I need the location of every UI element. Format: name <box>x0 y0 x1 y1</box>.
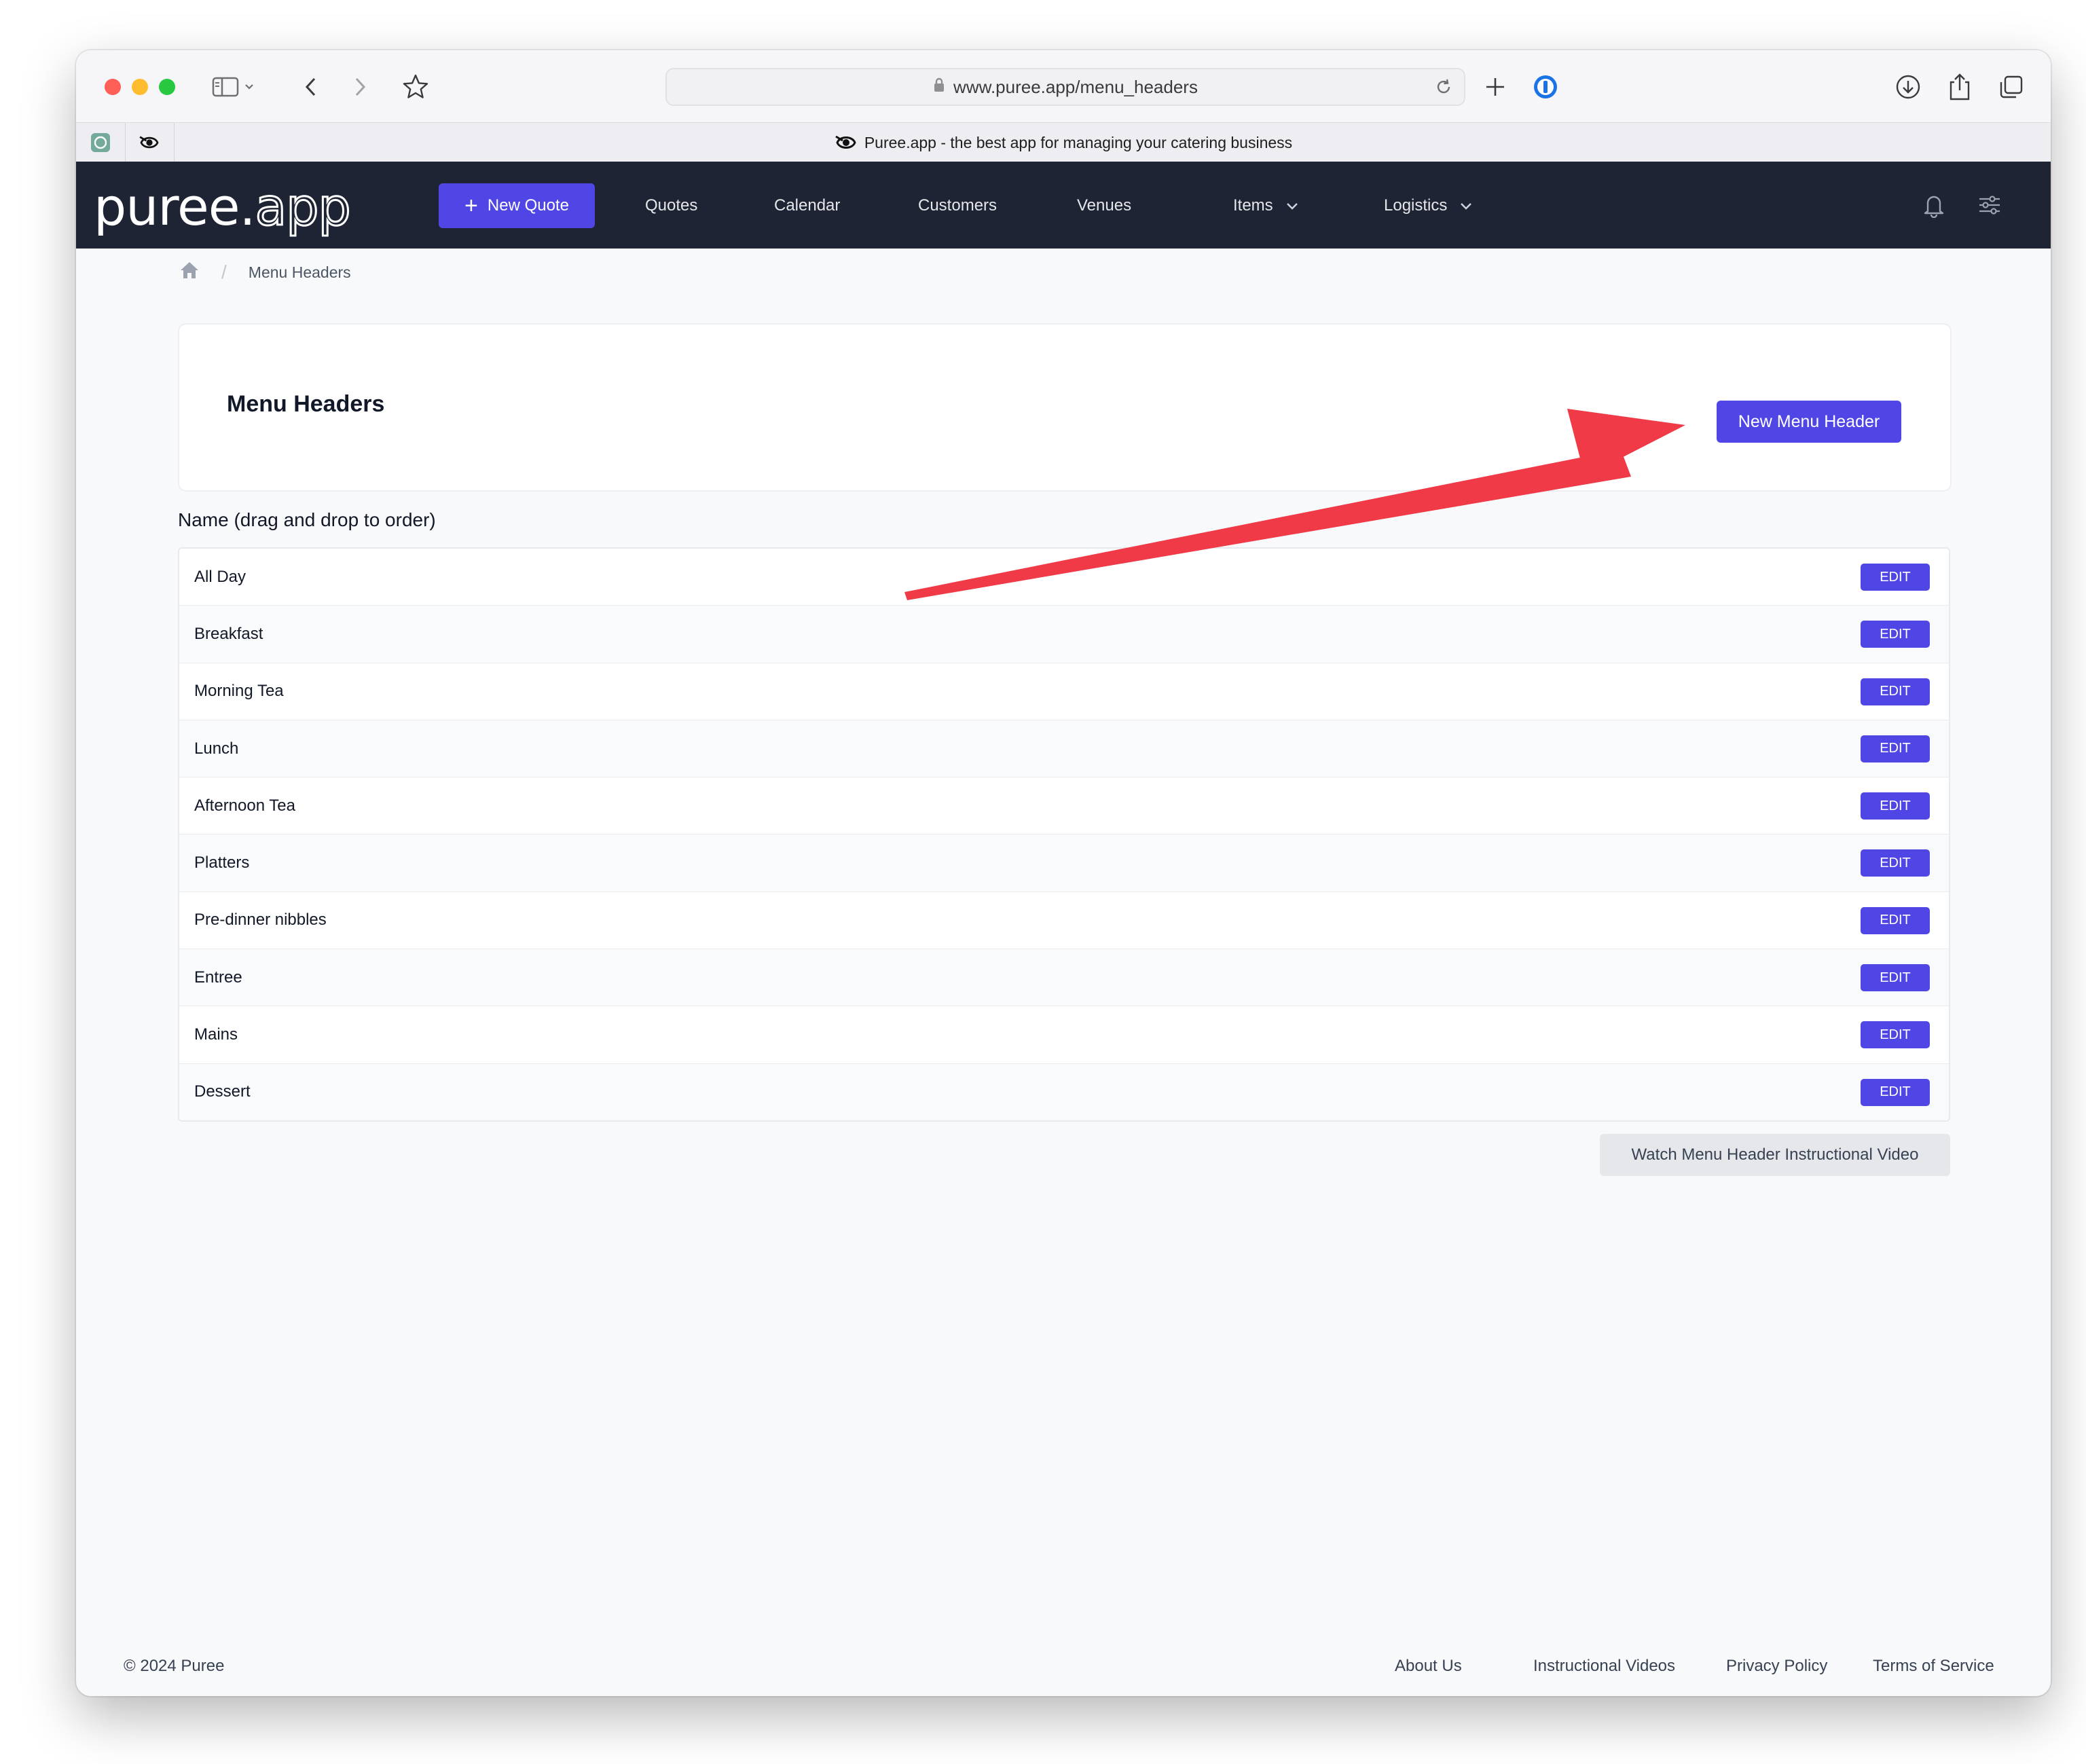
nav-venues[interactable]: Venues <box>1077 183 1131 228</box>
list-item[interactable]: Afternoon Tea EDIT <box>179 777 1949 834</box>
edit-button[interactable]: EDIT <box>1861 964 1930 992</box>
lock-icon <box>933 77 945 98</box>
menu-header-name: Pre-dinner nibbles <box>194 911 327 930</box>
list-item[interactable]: All Day EDIT <box>179 549 1949 605</box>
plus-icon: + <box>464 193 478 219</box>
tab-strip: Puree.app - the best app for managing yo… <box>76 122 2051 162</box>
edit-button[interactable]: EDIT <box>1861 906 1930 934</box>
active-tab[interactable]: Puree.app - the best app for managing yo… <box>76 123 2051 162</box>
menu-header-name: Lunch <box>194 739 239 758</box>
footer-link-about[interactable]: About Us <box>1395 1657 1462 1676</box>
password-manager-icon[interactable] <box>1526 68 1564 106</box>
forward-icon[interactable] <box>341 68 379 106</box>
nav-customers[interactable]: Customers <box>918 183 997 228</box>
new-quote-label: New Quote <box>487 196 569 215</box>
menu-header-name: All Day <box>194 567 246 586</box>
downloads-icon[interactable] <box>1889 68 1927 106</box>
new-menu-header-button[interactable]: New Menu Header <box>1717 401 1901 443</box>
share-icon[interactable] <box>1941 68 1979 106</box>
list-item[interactable]: Mains EDIT <box>179 1006 1949 1063</box>
tab-title-text: Puree.app - the best app for managing yo… <box>864 133 1293 151</box>
logo-accent-text: app <box>254 176 352 238</box>
chevron-down-icon <box>1285 196 1299 215</box>
reload-icon[interactable] <box>1434 77 1453 101</box>
puree-logo[interactable]: puree.app <box>94 176 352 238</box>
pinned-tab-puree[interactable] <box>125 123 175 162</box>
list-item[interactable]: Breakfast EDIT <box>179 605 1949 663</box>
list-item[interactable]: Morning Tea EDIT <box>179 662 1949 720</box>
list-item[interactable]: Lunch EDIT <box>179 719 1949 777</box>
nav-logistics-label: Logistics <box>1384 196 1448 215</box>
settings-sliders-icon[interactable] <box>1973 189 2006 221</box>
list-item[interactable]: Platters EDIT <box>179 834 1949 892</box>
chevron-down-icon[interactable] <box>239 68 259 106</box>
page-title: Menu Headers <box>227 391 385 417</box>
menu-headers-list: All Day EDIT Breakfast EDIT Morning Tea EDIT L… <box>178 547 1950 1122</box>
breadcrumb: / Menu Headers <box>179 255 351 289</box>
back-icon[interactable] <box>292 68 330 106</box>
edit-button[interactable]: EDIT <box>1861 1078 1930 1106</box>
app-navbar: puree.app + New Quote Quotes Calendar Cu… <box>76 162 2051 249</box>
footer-link-videos[interactable]: Instructional Videos <box>1533 1657 1675 1676</box>
list-item[interactable]: Pre-dinner nibbles EDIT <box>179 891 1949 949</box>
breadcrumb-separator: / <box>221 261 227 282</box>
zoom-window-button[interactable] <box>159 79 175 95</box>
list-column-label: Name (drag and drop to order) <box>178 509 436 530</box>
footer-link-terms[interactable]: Terms of Service <box>1873 1657 1994 1676</box>
list-item[interactable]: Entree EDIT <box>179 949 1949 1006</box>
address-bar[interactable]: www.puree.app/menu_headers <box>665 68 1465 106</box>
edit-button[interactable]: EDIT <box>1861 735 1930 762</box>
menu-header-name: Entree <box>194 968 242 987</box>
home-icon[interactable] <box>179 261 200 284</box>
footer-link-privacy[interactable]: Privacy Policy <box>1726 1657 1827 1676</box>
footer-copyright: © 2024 Puree <box>124 1657 225 1675</box>
new-quote-button[interactable]: + New Quote <box>439 183 595 228</box>
chatgpt-favicon-icon <box>91 133 110 152</box>
edit-button[interactable]: EDIT <box>1861 1021 1930 1049</box>
tab-overview-icon[interactable] <box>1992 68 2030 106</box>
browser-toolbar: www.puree.app/menu_headers <box>76 50 2051 122</box>
browser-window: www.puree.app/menu_headers Puree.app - t… <box>76 50 2051 1696</box>
minimize-window-button[interactable] <box>132 79 148 95</box>
breadcrumb-current: Menu Headers <box>248 263 351 281</box>
page-header-card: Menu Headers New Menu Header <box>178 323 1952 492</box>
puree-favicon-icon <box>139 136 159 149</box>
menu-header-name: Morning Tea <box>194 682 284 701</box>
url-text: www.puree.app/menu_headers <box>953 76 1198 97</box>
edit-button[interactable]: EDIT <box>1861 564 1930 591</box>
edit-button[interactable]: EDIT <box>1861 621 1930 648</box>
menu-header-name: Dessert <box>194 1082 251 1101</box>
nav-items-dropdown[interactable]: Items <box>1233 183 1299 228</box>
edit-button[interactable]: EDIT <box>1861 792 1930 820</box>
notifications-bell-icon[interactable] <box>1918 189 1950 221</box>
logo-text: puree. <box>94 177 256 237</box>
watch-video-button[interactable]: Watch Menu Header Instructional Video <box>1600 1134 1950 1176</box>
chevron-down-icon <box>1459 196 1473 215</box>
pinned-tab-chatgpt[interactable] <box>76 123 126 162</box>
menu-header-name: Mains <box>194 1025 238 1044</box>
bookmark-star-icon[interactable] <box>397 68 435 106</box>
menu-header-name: Afternoon Tea <box>194 796 296 815</box>
edit-button[interactable]: EDIT <box>1861 849 1930 877</box>
close-window-button[interactable] <box>105 79 121 95</box>
nav-logistics-dropdown[interactable]: Logistics <box>1384 183 1473 228</box>
list-item[interactable]: Dessert EDIT <box>179 1063 1949 1120</box>
menu-header-name: Platters <box>194 853 250 872</box>
new-tab-plus-icon[interactable] <box>1476 68 1514 106</box>
edit-button[interactable]: EDIT <box>1861 678 1930 705</box>
nav-items-label: Items <box>1233 196 1273 215</box>
nav-calendar[interactable]: Calendar <box>774 183 840 228</box>
menu-header-name: Breakfast <box>194 624 263 643</box>
nav-quotes[interactable]: Quotes <box>645 183 697 228</box>
puree-favicon-icon <box>835 135 856 149</box>
